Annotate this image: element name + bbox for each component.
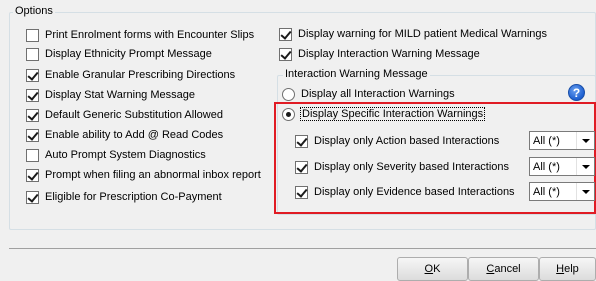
option-label: Auto Prompt System Diagnostics — [45, 149, 206, 161]
option-auto-prompt-diagnostics[interactable]: Auto Prompt System Diagnostics — [26, 147, 206, 163]
option-abnormal-inbox-prompt[interactable]: Prompt when filing an abnormal inbox rep… — [26, 167, 261, 183]
radio-label: Display all Interaction Warnings — [301, 88, 455, 100]
checkbox[interactable] — [26, 68, 39, 82]
checkbox[interactable] — [26, 47, 39, 61]
checkbox[interactable] — [26, 28, 39, 42]
checkbox[interactable] — [279, 27, 292, 41]
filter-action-based[interactable]: Display only Action based Interactions — [295, 133, 499, 149]
chevron-down-icon[interactable] — [576, 183, 594, 200]
cancel-button[interactable]: Cancel — [468, 257, 539, 281]
interaction-legend: Interaction Warning Message — [283, 68, 430, 80]
option-label: Print Enrolment forms with Encounter Sli… — [45, 29, 255, 41]
chevron-down-icon[interactable] — [576, 158, 594, 175]
separator — [9, 248, 596, 249]
help-icon[interactable]: ? — [568, 84, 585, 101]
checkbox[interactable] — [26, 148, 39, 162]
checkbox[interactable] — [26, 168, 39, 182]
action-filter-select[interactable]: All (*) — [529, 131, 595, 150]
checkbox[interactable] — [295, 160, 308, 174]
option-label: Enable ability to Add @ Read Codes — [45, 129, 224, 141]
radio-button[interactable] — [282, 87, 295, 101]
option-label: Display Stat Warning Message — [45, 89, 195, 101]
option-add-read-codes[interactable]: Enable ability to Add @ Read Codes — [26, 127, 223, 143]
filter-label: Display only Action based Interactions — [314, 135, 500, 147]
checkbox[interactable] — [295, 134, 308, 148]
option-label: Display Interaction Warning Message — [298, 48, 480, 60]
select-value: All (*) — [533, 185, 560, 198]
severity-filter-select[interactable]: All (*) — [529, 157, 595, 176]
radio-label: Display Specific Interaction Warnings — [299, 107, 486, 121]
option-granular-prescribing[interactable]: Enable Granular Prescribing Directions — [26, 67, 235, 83]
filter-severity-based[interactable]: Display only Severity based Interactions — [295, 159, 509, 175]
checkbox[interactable] — [26, 108, 39, 122]
option-print-enrolment[interactable]: Print Enrolment forms with Encounter Sli… — [26, 27, 254, 43]
ok-button[interactable]: OK — [397, 257, 468, 281]
option-generic-substitution[interactable]: Default Generic Substitution Allowed — [26, 107, 223, 123]
filter-evidence-based[interactable]: Display only Evidence based Interactions — [295, 184, 515, 200]
checkbox[interactable] — [26, 88, 39, 102]
option-label: Display warning for MILD patient Medical… — [298, 28, 548, 40]
chevron-down-icon[interactable] — [576, 132, 594, 149]
option-label: Default Generic Substitution Allowed — [45, 109, 223, 121]
radio-button[interactable] — [282, 107, 295, 121]
option-label: Display Ethnicity Prompt Message — [45, 48, 212, 60]
checkbox[interactable] — [26, 190, 39, 204]
option-prescription-copayment[interactable]: Eligible for Prescription Co-Payment — [26, 189, 222, 205]
help-button[interactable]: Help — [539, 257, 596, 281]
checkbox[interactable] — [295, 185, 308, 199]
option-label: Enable Granular Prescribing Directions — [45, 69, 236, 81]
filter-label: Display only Evidence based Interactions — [314, 186, 515, 198]
select-value: All (*) — [533, 160, 560, 173]
checkbox[interactable] — [279, 47, 292, 61]
filter-label: Display only Severity based Interactions — [314, 161, 510, 173]
option-stat-warning[interactable]: Display Stat Warning Message — [26, 87, 195, 103]
option-ethnicity-prompt[interactable]: Display Ethnicity Prompt Message — [26, 46, 212, 62]
option-label: Prompt when filing an abnormal inbox rep… — [45, 169, 261, 181]
select-value: All (*) — [533, 134, 560, 147]
radio-display-all-interactions[interactable]: Display all Interaction Warnings — [282, 86, 455, 102]
option-label: Eligible for Prescription Co-Payment — [45, 191, 222, 203]
option-interaction-warning[interactable]: Display Interaction Warning Message — [279, 46, 480, 62]
option-mild-medical-warnings[interactable]: Display warning for MILD patient Medical… — [279, 26, 547, 42]
checkbox[interactable] — [26, 128, 39, 142]
options-legend: Options — [13, 5, 55, 17]
evidence-filter-select[interactable]: All (*) — [529, 182, 595, 201]
radio-display-specific-interactions[interactable]: Display Specific Interaction Warnings — [282, 106, 486, 122]
